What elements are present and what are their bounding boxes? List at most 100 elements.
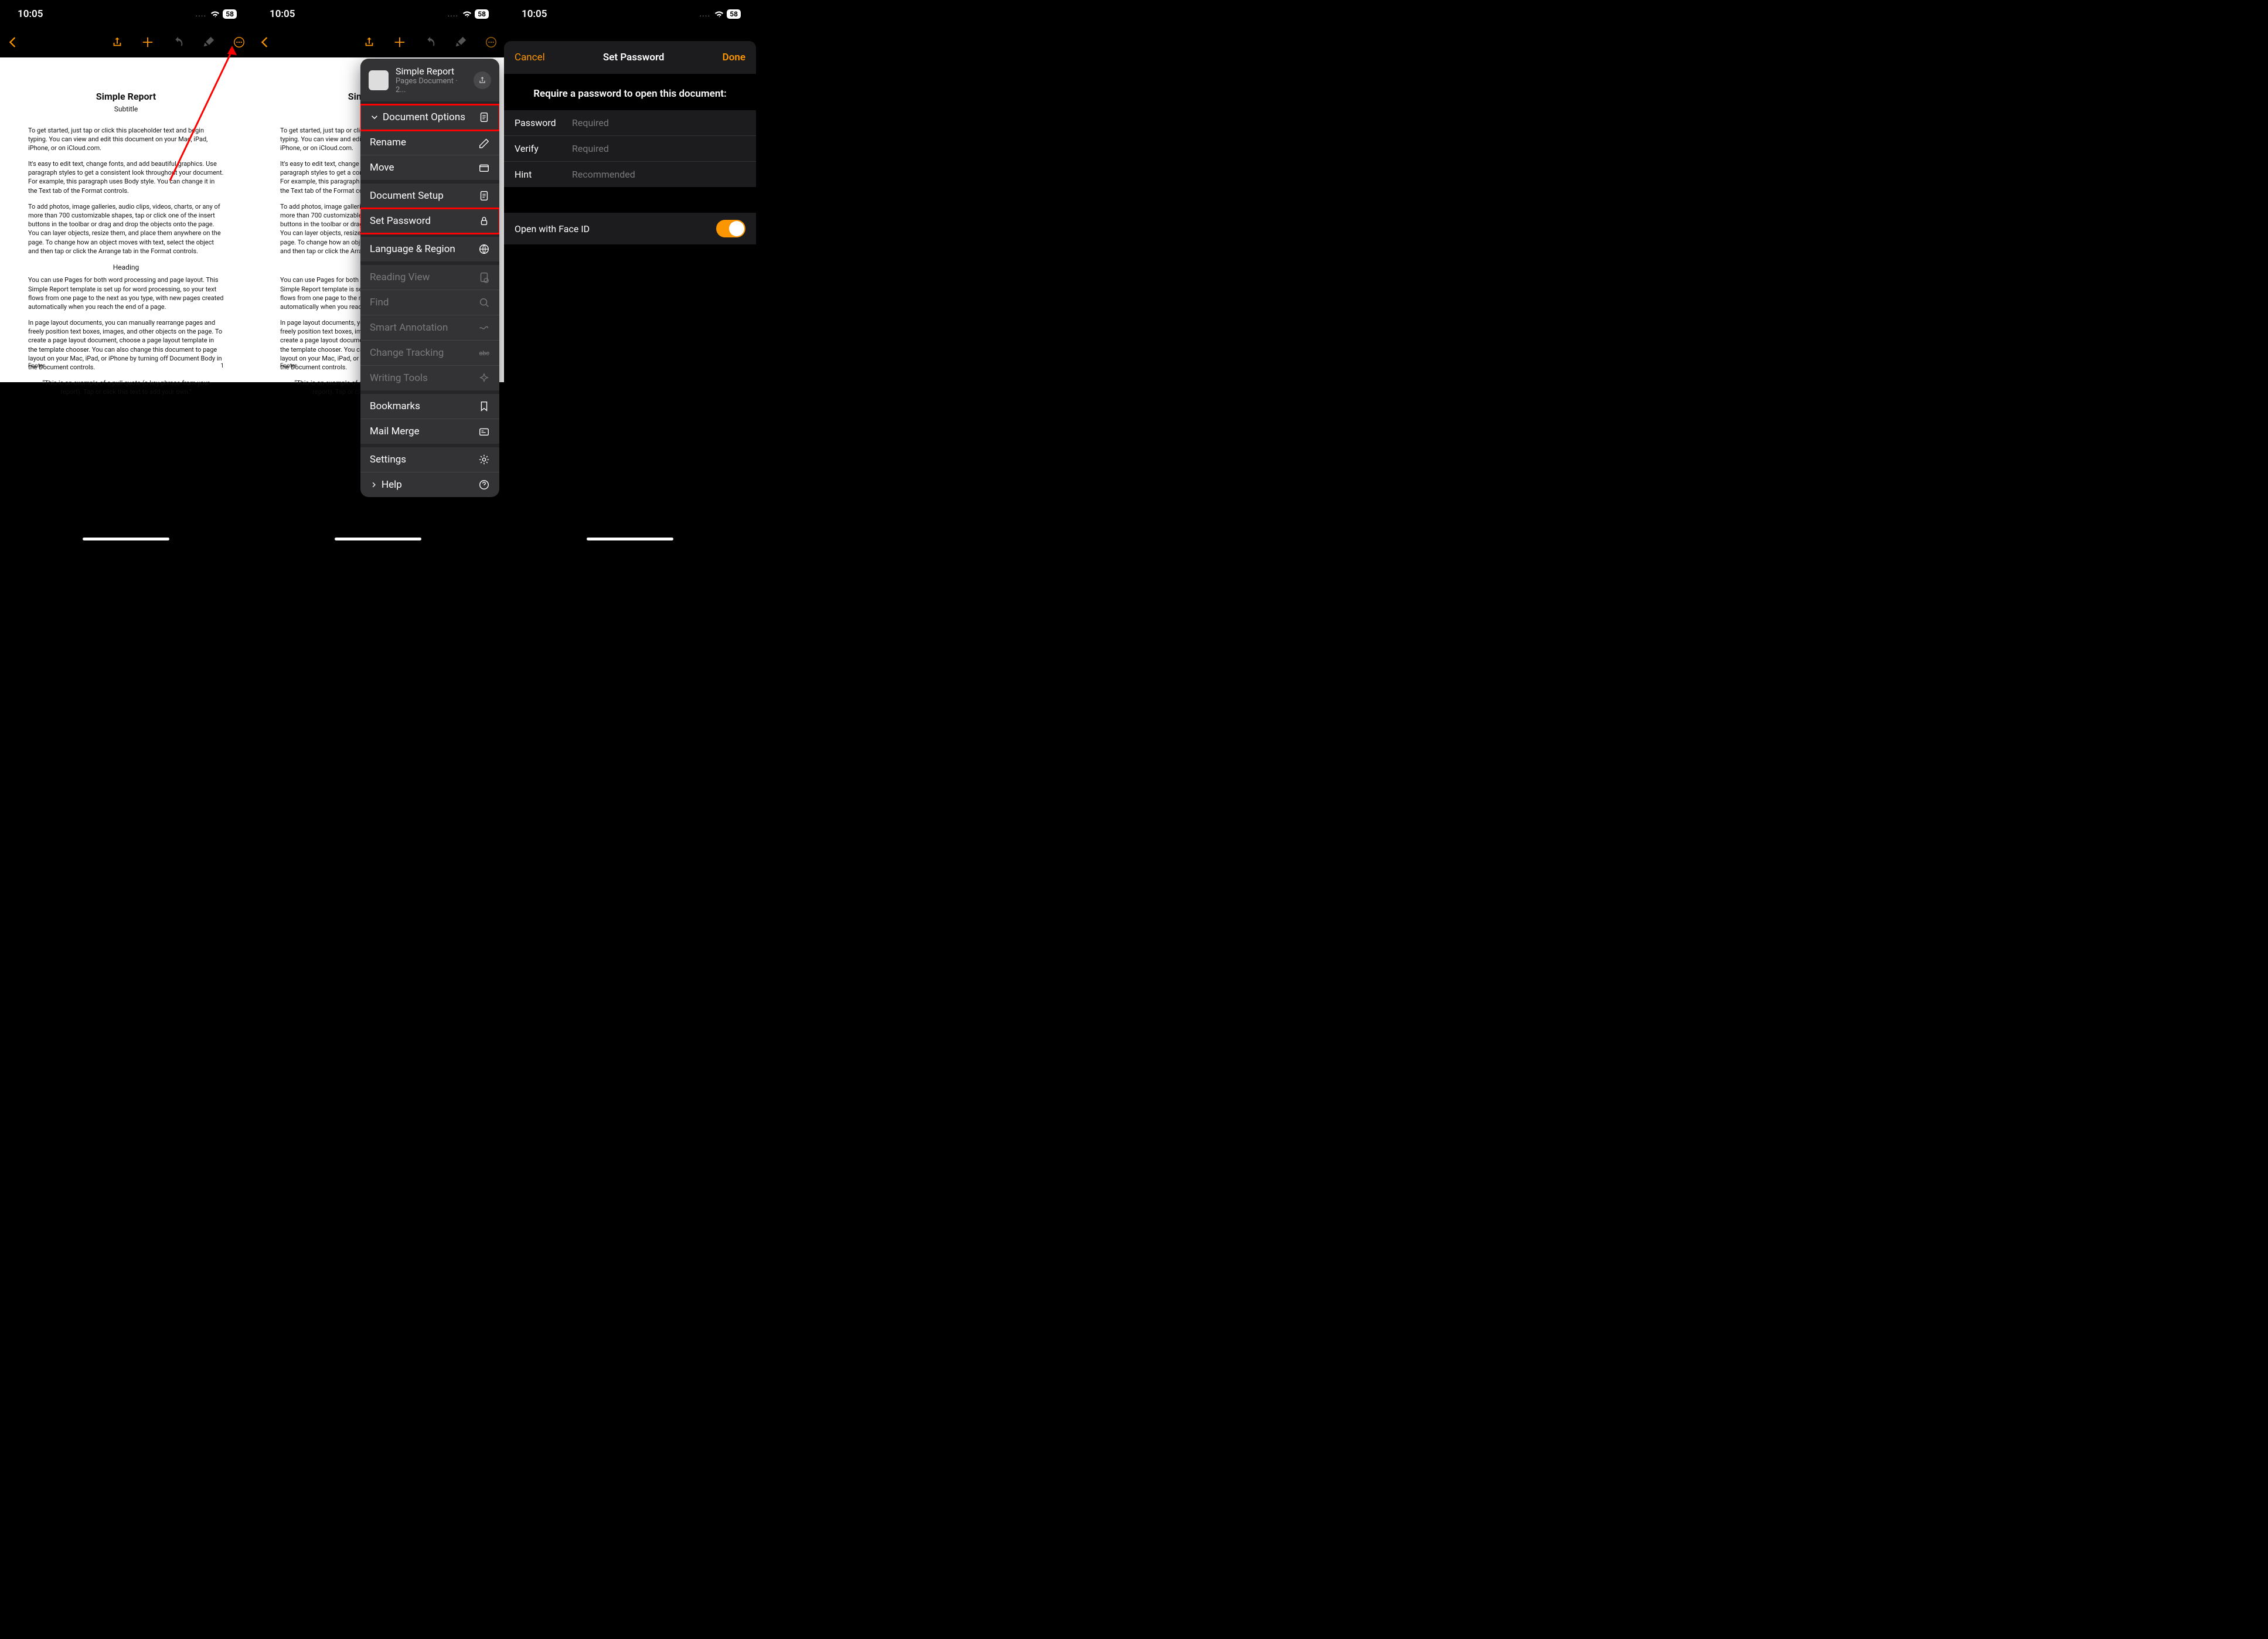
menu-help[interactable]: Help <box>360 472 499 497</box>
password-row[interactable]: Password Required <box>504 110 756 136</box>
status-right: .... 58 <box>699 9 741 19</box>
menu-doc-subtitle: Pages Document · 2... <box>396 77 466 94</box>
menu-bookmarks[interactable]: Bookmarks <box>360 394 499 419</box>
status-bar: 10:05 .... 58 <box>252 0 504 28</box>
chevron-down-icon <box>370 113 379 122</box>
back-button[interactable] <box>258 35 272 49</box>
search-icon <box>478 297 490 308</box>
reading-icon <box>478 271 490 283</box>
wifi-icon <box>462 11 472 18</box>
faceid-toggle[interactable] <box>716 220 745 237</box>
menu-smart-annotation[interactable]: Smart Annotation <box>360 315 499 341</box>
footer-left: Footer <box>280 362 297 370</box>
add-button[interactable] <box>141 35 155 49</box>
status-time: 10:05 <box>270 8 295 20</box>
toolbar <box>252 28 504 56</box>
pencil-icon <box>478 137 490 148</box>
chevron-right-icon <box>370 481 378 489</box>
verify-row[interactable]: Verify Required <box>504 136 756 162</box>
modal-body: Require a password to open this document… <box>504 74 756 244</box>
menu-doc-title: Simple Report <box>396 66 466 77</box>
menu-document-setup[interactable]: Document Setup <box>360 183 499 209</box>
add-button[interactable] <box>393 35 407 49</box>
password-label: Password <box>515 117 572 128</box>
doc-paragraph: You can use Pages for both word processi… <box>28 276 224 311</box>
wifi-icon <box>714 11 724 18</box>
doc-paragraph: To get started, just tap or click this p… <box>28 126 224 153</box>
strikethrough-icon <box>478 347 490 359</box>
menu-rename[interactable]: Rename <box>360 130 499 155</box>
menu-share-button[interactable] <box>474 72 491 89</box>
faceid-label: Open with Face ID <box>515 223 590 234</box>
home-indicator[interactable] <box>335 538 421 540</box>
doc-subtitle: Subtitle <box>28 104 224 114</box>
folder-icon <box>478 162 490 174</box>
status-time: 10:05 <box>522 8 547 20</box>
undo-button[interactable] <box>423 35 437 49</box>
cellular-icon: .... <box>447 9 458 19</box>
menu-mail-merge[interactable]: Mail Merge <box>360 419 499 444</box>
home-indicator[interactable] <box>83 538 169 540</box>
faceid-row: Open with Face ID <box>504 213 756 244</box>
doc-footer: Footer 1 <box>28 362 224 370</box>
screenshot-panel-2: 10:05 .... 58 Simple Report Subtitle To … <box>252 0 504 546</box>
menu-move[interactable]: Move <box>360 155 499 180</box>
doc-paragraph: It's easy to edit text, change fonts, an… <box>28 159 224 195</box>
footer-page-number: 1 <box>220 362 224 370</box>
footer-left: Footer <box>28 362 45 370</box>
card-icon <box>478 426 490 437</box>
modal-instruction: Require a password to open this document… <box>504 74 756 110</box>
menu-find[interactable]: Find <box>360 290 499 315</box>
verify-field[interactable]: Required <box>572 143 609 154</box>
options-menu: Simple Report Pages Document · 2... Docu… <box>360 59 499 497</box>
battery-badge: 58 <box>727 9 741 19</box>
share-button[interactable] <box>362 35 376 49</box>
more-button[interactable] <box>232 35 246 49</box>
hint-label: Hint <box>515 169 572 180</box>
modal-header: Cancel Set Password Done <box>504 41 756 74</box>
status-right: .... 58 <box>195 9 237 19</box>
doc-title: Simple Report <box>28 90 224 103</box>
bookmark-icon <box>478 400 490 412</box>
document-page[interactable]: Simple Report Subtitle To get started, j… <box>0 57 252 382</box>
menu-reading-view[interactable]: Reading View <box>360 265 499 290</box>
menu-document-options[interactable]: Document Options <box>360 105 499 130</box>
status-time: 10:05 <box>18 8 43 20</box>
hint-field[interactable]: Recommended <box>572 169 635 180</box>
gear-icon <box>478 454 490 465</box>
doc-pull-quote: “This is an example of a pull quote (a k… <box>28 379 224 396</box>
status-bar: 10:05 .... 58 <box>504 0 756 28</box>
battery-badge: 58 <box>475 9 489 19</box>
document-icon <box>478 190 490 202</box>
home-indicator[interactable] <box>587 538 673 540</box>
document-thumbnail <box>369 70 389 90</box>
format-button[interactable] <box>454 35 468 49</box>
done-button[interactable]: Done <box>723 52 745 63</box>
wifi-icon <box>210 11 220 18</box>
share-button[interactable] <box>110 35 124 49</box>
screenshot-panel-1: 10:05 .... 58 Simple Report Subtitle To … <box>0 0 252 546</box>
password-field[interactable]: Required <box>572 117 609 128</box>
cancel-button[interactable]: Cancel <box>515 52 545 63</box>
doc-heading: Heading <box>28 263 224 273</box>
status-right: .... 58 <box>447 9 489 19</box>
toggle-knob <box>729 221 744 236</box>
cellular-icon: .... <box>699 9 710 19</box>
back-button[interactable] <box>6 35 20 49</box>
menu-writing-tools[interactable]: Writing Tools <box>360 366 499 390</box>
cellular-icon: .... <box>195 9 206 19</box>
undo-button[interactable] <box>171 35 185 49</box>
lock-icon <box>478 215 490 227</box>
question-icon <box>478 479 490 491</box>
password-form: Password Required Verify Required Hint R… <box>504 110 756 187</box>
format-button[interactable] <box>202 35 216 49</box>
menu-change-tracking[interactable]: Change Tracking <box>360 341 499 366</box>
sparkle-icon <box>478 372 490 384</box>
menu-language-region[interactable]: Language & Region <box>360 237 499 261</box>
menu-settings[interactable]: Settings <box>360 447 499 472</box>
more-button[interactable] <box>484 35 498 49</box>
menu-set-password[interactable]: Set Password <box>360 209 499 233</box>
verify-label: Verify <box>515 143 572 154</box>
hint-row[interactable]: Hint Recommended <box>504 162 756 187</box>
menu-header: Simple Report Pages Document · 2... <box>360 59 499 101</box>
